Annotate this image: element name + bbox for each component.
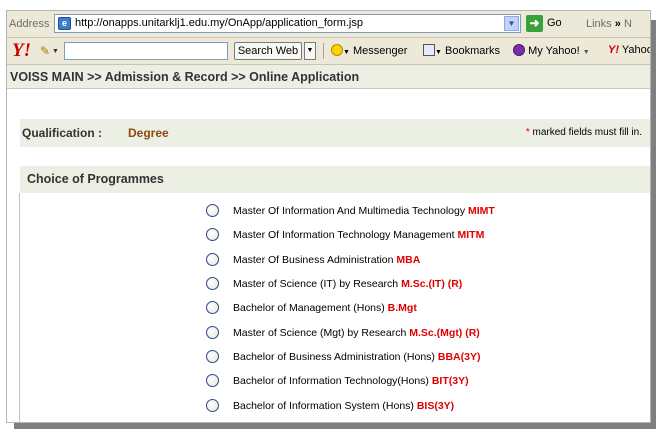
- programme-radio[interactable]: [206, 350, 219, 363]
- programme-code: M.Sc.(Mgt) (R): [409, 327, 480, 339]
- programme-code: MITM: [457, 229, 485, 241]
- programme-label: Master of Science (IT) by Research M.Sc.…: [233, 278, 462, 290]
- programme-name: Master Of Information Technology Managem…: [233, 229, 455, 241]
- choice-of-programmes-heading: Choice of Programmes: [20, 166, 650, 193]
- programme-code: BBA(3Y): [437, 351, 481, 363]
- my-yahoo-button[interactable]: My Yahoo! ▼: [513, 44, 590, 57]
- qualification-value: Degree: [128, 126, 169, 140]
- chevron-right-icon[interactable]: »: [615, 18, 621, 30]
- address-bar: Address e http://onapps.unitarklj1.edu.m…: [7, 11, 650, 38]
- search-dropdown-icon[interactable]: ▼: [304, 42, 316, 60]
- programme-radio[interactable]: [206, 204, 219, 217]
- qualification-label: Qualification :: [22, 126, 103, 140]
- links-menu[interactable]: Links » N: [586, 18, 632, 30]
- links-label: Links: [586, 18, 612, 30]
- my-yahoo-icon: [513, 44, 525, 56]
- content-left-border: [19, 193, 20, 422]
- programme-name: Bachelor of Business Administration (Hon…: [233, 351, 435, 363]
- smiley-icon: [331, 44, 343, 56]
- bookmarks-icon: [423, 44, 435, 56]
- address-label: Address: [9, 18, 50, 30]
- url-text[interactable]: http://onapps.unitarklj1.edu.my/OnApp/ap…: [75, 17, 363, 29]
- qualification-row: Qualification : Degree * marked fields m…: [20, 119, 650, 147]
- programme-radio[interactable]: [206, 301, 219, 314]
- programme-code: B.Mgt: [387, 302, 417, 314]
- go-label: Go: [547, 17, 562, 29]
- bookmarks-label: Bookmarks: [445, 45, 501, 57]
- bookmarks-dropdown-icon: ▼: [435, 49, 442, 56]
- go-arrow-icon: ➜: [526, 15, 543, 32]
- programme-code: BIT(3Y): [431, 375, 469, 387]
- yahoo-logo-icon[interactable]: Y!: [12, 40, 31, 62]
- programme-radio[interactable]: [206, 253, 219, 266]
- yahoo-toolbar: Y! ✎ ▼ Search Web ▼ ▼ Messenger ▼ Bookma…: [7, 38, 650, 65]
- yahoo-search-input[interactable]: [64, 42, 228, 60]
- programme-label: Bachelor of Information Technology(Hons)…: [233, 375, 469, 387]
- programme-code: MIMT: [468, 205, 495, 217]
- programme-code: MBA: [396, 254, 421, 266]
- choice-heading-text: Choice of Programmes: [27, 172, 164, 186]
- programme-label: Bachelor of Information System (Hons) BI…: [233, 400, 454, 412]
- address-field[interactable]: e http://onapps.unitarklj1.edu.my/OnApp/…: [54, 14, 521, 33]
- required-note-text: marked fields must fill in.: [529, 127, 643, 138]
- programme-label: Bachelor of Business Administration (Hon…: [233, 351, 480, 363]
- programme-name: Bachelor of Information System (Hons): [233, 400, 414, 412]
- programme-label: Master Of Information And Multimedia Tec…: [233, 205, 495, 217]
- pencil-dropdown-icon[interactable]: ▼: [52, 48, 59, 55]
- my-yahoo-label: My Yahoo!: [528, 45, 580, 57]
- messenger-dropdown-icon: ▼: [343, 49, 350, 56]
- programme-name: Bachelor of Management (Hons): [233, 302, 385, 314]
- programme-radio[interactable]: [206, 228, 219, 241]
- programme-label: Master Of Business Administration MBA: [233, 254, 420, 266]
- programme-name: Master Of Business Administration: [233, 254, 394, 266]
- my-yahoo-dropdown-icon[interactable]: ▼: [583, 49, 590, 56]
- links-clipped-text: N: [623, 18, 632, 30]
- programme-label: Master of Science (Mgt) by Research M.Sc…: [233, 327, 480, 339]
- address-dropdown-icon[interactable]: ▼: [504, 16, 519, 31]
- toolbar-separator: [323, 43, 324, 59]
- programme-radio[interactable]: [206, 374, 219, 387]
- yahoo-small-logo-icon: Y!: [608, 44, 619, 56]
- yahoo-label: Yahoo: [621, 44, 651, 56]
- pencil-icon[interactable]: ✎: [40, 44, 50, 58]
- programme-radio[interactable]: [206, 277, 219, 290]
- ie-page-icon: e: [58, 17, 71, 30]
- browser-window: Address e http://onapps.unitarklj1.edu.m…: [6, 10, 651, 423]
- programme-label: Master Of Information Technology Managem…: [233, 229, 484, 241]
- programme-code: M.Sc.(IT) (R): [401, 278, 463, 290]
- programme-radio[interactable]: [206, 326, 219, 339]
- programme-name: Bachelor of Information Technology(Hons): [233, 375, 429, 387]
- programme-name: Master of Science (IT) by Research: [233, 278, 399, 290]
- yahoo-button[interactable]: Y! Yahoo: [608, 44, 651, 56]
- go-button[interactable]: ➜ Go: [526, 15, 574, 33]
- bookmarks-button[interactable]: ▼ Bookmarks: [423, 44, 500, 57]
- programme-code: BIS(3Y): [416, 400, 455, 412]
- programme-label: Bachelor of Management (Hons) B.Mgt: [233, 302, 417, 314]
- required-note: * marked fields must fill in.: [526, 119, 642, 147]
- programme-name: Master of Science (Mgt) by Research: [233, 327, 407, 339]
- search-web-button[interactable]: Search Web: [234, 42, 302, 60]
- programme-radio[interactable]: [206, 399, 219, 412]
- breadcrumb: VOISS MAIN >> Admission & Record >> Onli…: [7, 65, 650, 89]
- messenger-button[interactable]: ▼ Messenger: [331, 44, 407, 57]
- programme-name: Master Of Information And Multimedia Tec…: [233, 205, 466, 217]
- messenger-label: Messenger: [353, 45, 408, 57]
